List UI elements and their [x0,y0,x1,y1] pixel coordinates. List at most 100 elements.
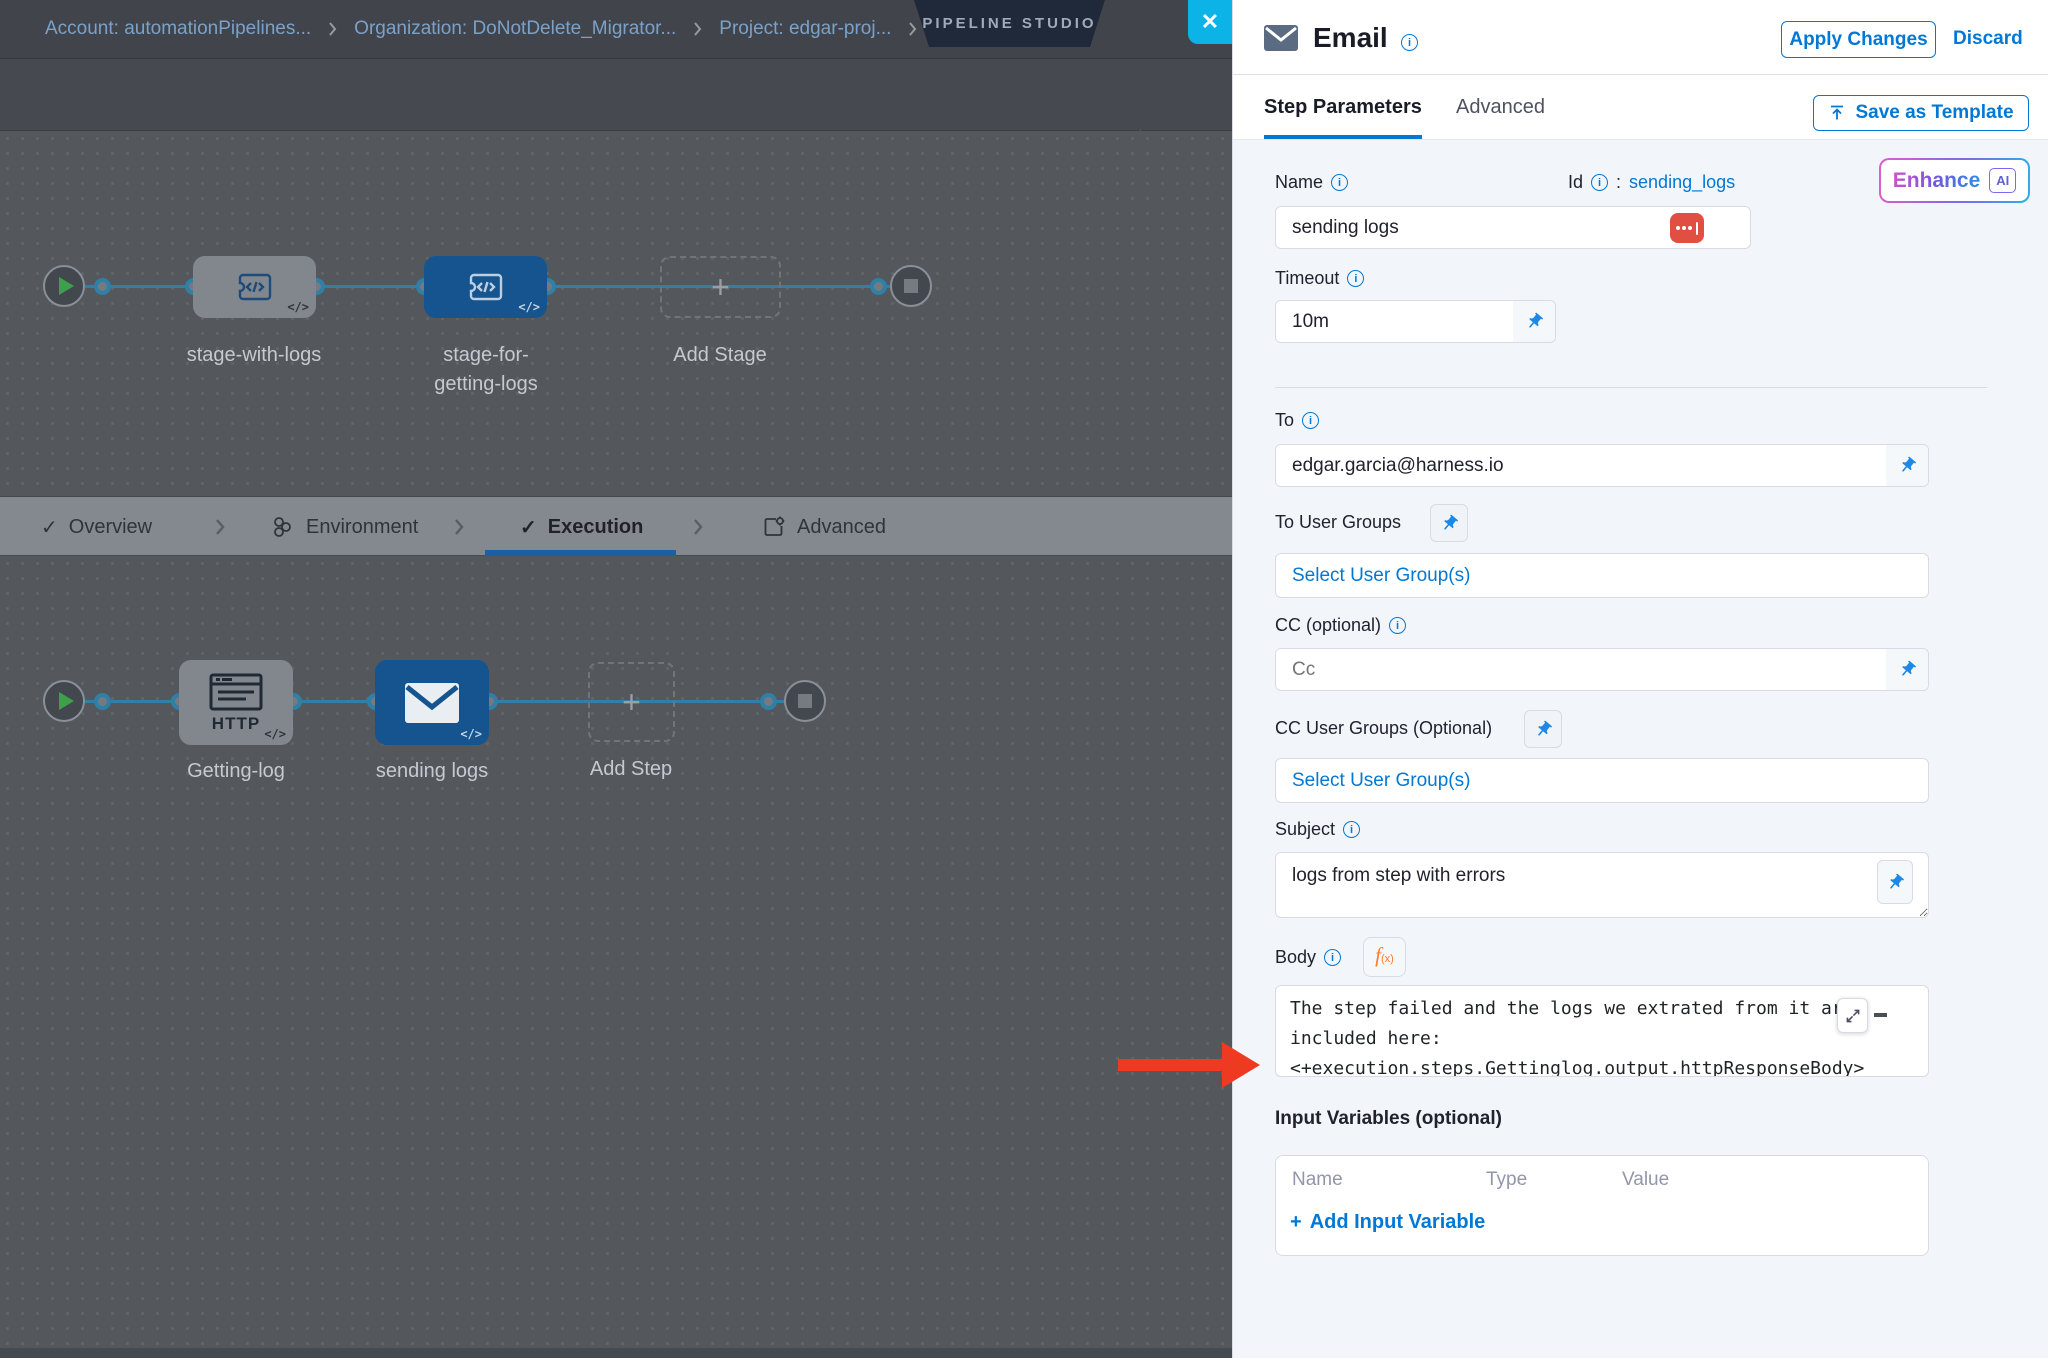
expand-editor-button[interactable] [1837,998,1868,1033]
breadcrumb-project[interactable]: Project: edgar-proj... [719,18,891,40]
chevron-right-icon [691,515,705,539]
check-icon: ✓ [41,515,58,540]
pin-icon [1882,869,1909,896]
upload-icon [1828,104,1846,122]
tab-overview[interactable]: ✓ Overview [41,497,152,557]
save-as-template-label: Save as Template [1855,102,2013,124]
drawer-tab-bar: Step Parameters Advanced Save as Templat… [1233,75,2048,140]
stage-node-stage-for-getting-logs[interactable]: </> [424,256,547,318]
to-label: Toi [1275,410,1319,431]
to-input-group [1275,444,1929,487]
cc-user-groups-pin-button[interactable] [1524,710,1562,748]
pin-icon [1894,656,1921,683]
scrollbar-thumb[interactable] [1874,1013,1887,1017]
step-label: Getting-log [187,757,285,786]
tab-advanced[interactable]: Advanced [1456,75,1545,139]
step-start-node[interactable] [43,680,85,722]
subject-input[interactable] [1275,852,1929,918]
subject-label: Subjecti [1275,819,1360,840]
column-name: Name [1292,1169,1343,1191]
stage-end-node[interactable] [890,265,932,307]
add-input-variable-label: Add Input Variable [1310,1211,1486,1234]
stage-canvas: </> </> + stage-with-logs stage-for- get… [0,131,1232,496]
info-icon[interactable]: i [1591,174,1608,191]
add-stage-label: Add Stage [673,341,766,370]
cc-user-groups-select[interactable]: Select User Group(s) [1275,758,1929,803]
save-as-template-button[interactable]: Save as Template [1813,95,2029,131]
info-icon[interactable]: i [1347,270,1364,287]
subject-pin-button[interactable] [1877,860,1913,904]
body-input[interactable] [1275,985,1929,1077]
stage-node-stage-with-logs[interactable]: </> [193,256,316,318]
custom-stage-icon [466,270,506,304]
custom-stage-icon [235,270,275,304]
pin-icon [1521,308,1548,335]
timeout-input[interactable] [1276,301,1513,342]
info-icon[interactable]: i [1389,617,1406,634]
column-value: Value [1622,1169,1669,1191]
name-label: Namei [1275,172,1348,193]
close-icon: ✕ [1201,9,1219,35]
breadcrumb-account[interactable]: Account: automationPipelines... [45,18,311,40]
apply-changes-button[interactable]: Apply Changes [1781,21,1936,58]
discard-button[interactable]: Discard [1953,28,2023,50]
body-label: Bodyi [1275,947,1341,968]
info-icon[interactable]: i [1401,34,1418,51]
code-badge: </> [264,727,286,741]
id-label: Id [1568,172,1583,193]
stop-icon [904,279,918,293]
step-end-node[interactable] [784,680,826,722]
id-colon: : [1616,172,1621,193]
code-badge: </> [287,300,309,314]
enhance-ai-button[interactable]: Enhance AI [1879,158,2030,203]
info-icon[interactable]: i [1331,174,1348,191]
execution-canvas: HTTP </> </> + Getting-log sending logs … [0,556,1232,1348]
environment-icon [271,515,295,539]
enhance-label: Enhance [1893,169,1981,193]
id-value: sending_logs [1629,172,1735,193]
to-user-groups-pin-button[interactable] [1430,504,1468,542]
grammarly-icon[interactable] [1670,213,1704,243]
email-step-drawer: Email i Apply Changes Discard Step Param… [1232,0,2048,1358]
breadcrumb-organization[interactable]: Organization: DoNotDelete_Migrator... [354,18,676,40]
input-variables-table: Name Type Value + Add Input Variable [1275,1155,1929,1256]
cc-input[interactable] [1276,649,1886,690]
connector-dot [760,693,777,710]
add-step-button[interactable]: + [588,662,675,742]
tab-advanced[interactable]: Advanced [762,497,886,557]
tab-step-parameters[interactable]: Step Parameters [1264,75,1422,139]
tab-label: Overview [69,516,152,539]
connector-dot [94,693,111,710]
play-icon [59,692,74,710]
step-parameters-form: Namei Id i : sending_logs Enhance AI Tim… [1233,140,2048,1358]
tab-environment[interactable]: Environment [271,497,418,557]
stage-tab-strip: ✓ Overview Environment ✓ Execution Advan… [0,496,1232,556]
step-node-sending-logs[interactable]: </> [375,660,489,745]
chevron-right-icon [213,515,227,539]
add-stage-button[interactable]: + [660,256,781,318]
close-drawer-button[interactable]: ✕ [1188,0,1232,44]
tab-label: Environment [306,516,418,539]
chevron-right-icon [327,21,338,37]
cc-pin-button[interactable] [1886,649,1928,690]
drawer-header: Email i Apply Changes Discard [1233,0,2048,75]
pipeline-studio-badge: PIPELINE STUDIO [914,0,1105,47]
timeout-pin-button[interactable] [1513,301,1555,342]
info-icon[interactable]: i [1343,821,1360,838]
step-node-getting-log[interactable]: HTTP </> [179,660,293,745]
to-user-groups-select[interactable]: Select User Group(s) [1275,553,1929,598]
expand-icon [1845,1008,1861,1024]
stage-start-node[interactable] [43,265,85,307]
timeout-label: Timeouti [1275,268,1364,289]
info-icon[interactable]: i [1302,412,1319,429]
tab-execution[interactable]: ✓ Execution [520,497,643,557]
info-icon[interactable]: i [1324,949,1341,966]
add-input-variable-button[interactable]: + Add Input Variable [1290,1211,1485,1234]
expression-fx-button[interactable]: f(x) [1363,937,1406,977]
pin-icon [1530,716,1557,743]
to-pin-button[interactable] [1886,445,1928,486]
http-step-icon [208,672,264,712]
to-input[interactable] [1276,445,1886,486]
email-step-icon [403,681,461,725]
pipeline-studio-dimmed: Account: automationPipelines... Organiza… [0,0,1232,1358]
